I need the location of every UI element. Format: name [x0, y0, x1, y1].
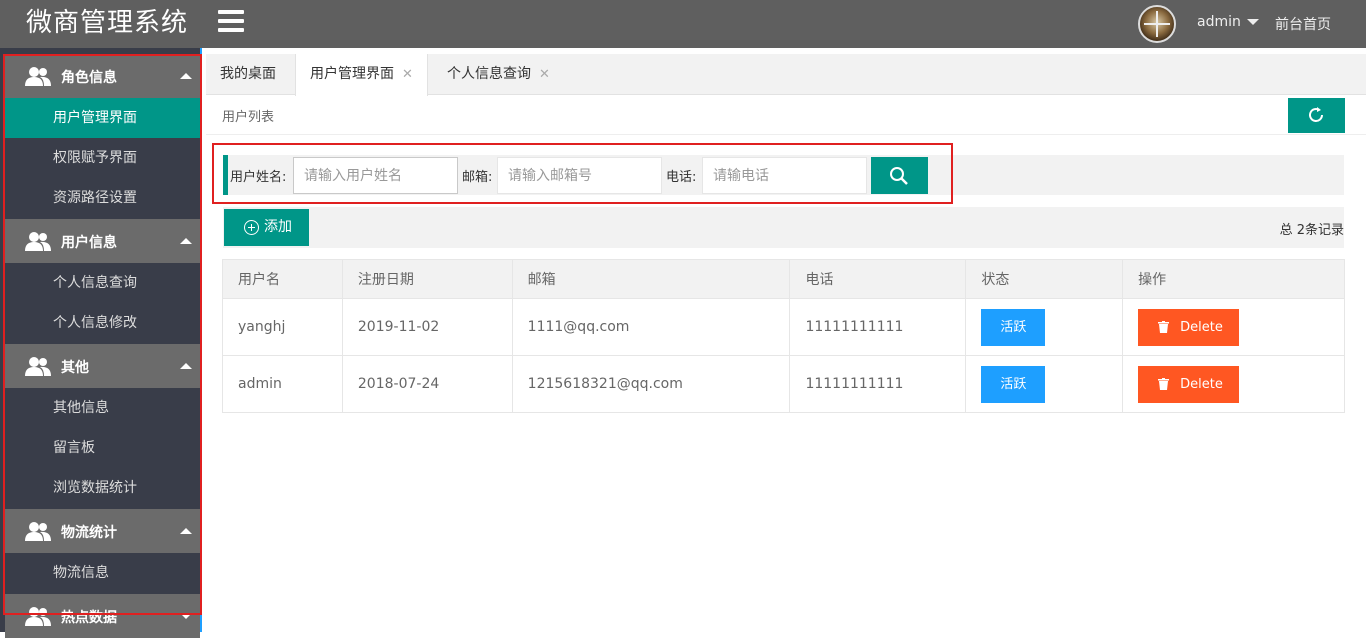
sidebar-item-resource-path[interactable]: 资源路径设置 [5, 178, 200, 218]
sidebar-group-hot-data[interactable]: 热点数据 [5, 594, 200, 638]
sidebar-edge [200, 48, 202, 632]
cell-status: 活跃 [965, 298, 1124, 356]
sidebar-group-roles[interactable]: 角色信息 [5, 54, 200, 98]
username-input[interactable] [293, 157, 458, 194]
record-count: 总 2条记录 [1279, 223, 1344, 238]
menu-toggle-icon[interactable] [218, 10, 244, 32]
user-menu[interactable]: admin [1197, 14, 1259, 30]
table-row: yanghj 2019-11-02 1111@qq.com 1111111111… [222, 298, 1345, 356]
status-button[interactable]: 活跃 [981, 365, 1046, 403]
table-row: admin 2018-07-24 1215618321@qq.com 11111… [222, 355, 1345, 413]
phone-input[interactable] [702, 157, 867, 194]
sidebar-group-label: 角色信息 [61, 70, 117, 86]
cell-username: yanghj [222, 298, 343, 356]
sidebar-item-user-management[interactable]: 用户管理界面 [5, 98, 200, 138]
tab-desktop[interactable]: 我的桌面 [206, 54, 290, 95]
tab-profile-query[interactable]: 个人信息查询 ✕ [433, 54, 564, 95]
sidebar-group-label: 用户信息 [61, 235, 117, 251]
action-bar: 添加 总 2条记录 [223, 207, 1344, 248]
column-header-status: 状态 [965, 259, 1124, 299]
cell-actions: Delete [1122, 355, 1345, 413]
sidebar-item-message-board[interactable]: 留言板 [5, 428, 200, 468]
avatar[interactable] [1138, 5, 1176, 43]
phone-label: 电话: [666, 170, 697, 185]
users-icon [25, 522, 51, 541]
column-header-email: 邮箱 [511, 259, 791, 299]
delete-button[interactable]: Delete [1138, 308, 1240, 346]
caret-up-icon [180, 528, 192, 534]
trash-icon [1158, 377, 1170, 390]
refresh-icon [1309, 107, 1323, 122]
cell-date: 2019-11-02 [341, 298, 513, 356]
sidebar-item-profile-edit[interactable]: 个人信息修改 [5, 303, 200, 343]
front-page-link[interactable]: 前台首页 [1275, 14, 1331, 34]
email-input[interactable] [497, 157, 662, 194]
cell-phone: 11111111111 [789, 355, 967, 413]
caret-up-icon [180, 238, 192, 244]
users-icon [25, 232, 51, 251]
breadcrumb: 用户列表 [222, 110, 275, 125]
cell-date: 2018-07-24 [341, 355, 513, 413]
search-button[interactable] [871, 157, 928, 194]
sidebar-item-browse-stats[interactable]: 浏览数据统计 [5, 468, 200, 508]
caret-down-icon [180, 613, 192, 619]
table-header-row: 用户名 注册日期 邮箱 电话 状态 操作 [222, 259, 1345, 299]
search-form: 用户姓名: 邮箱: 电话: [223, 155, 1344, 195]
caret-up-icon [180, 363, 192, 369]
sidebar-item-permission[interactable]: 权限赋予界面 [5, 138, 200, 178]
users-icon [25, 357, 51, 376]
sidebar-item-other-info[interactable]: 其他信息 [5, 388, 200, 428]
search-icon [890, 167, 908, 185]
add-circle-icon [244, 220, 259, 235]
user-table: 用户名 注册日期 邮箱 电话 状态 操作 yanghj 2019-11-02 1… [222, 259, 1345, 413]
tab-user-management[interactable]: 用户管理界面 ✕ [295, 54, 428, 96]
close-icon[interactable]: ✕ [402, 67, 413, 82]
status-button[interactable]: 活跃 [981, 308, 1046, 346]
cell-phone: 11111111111 [789, 298, 967, 356]
sidebar-group-label: 其他 [61, 360, 89, 376]
app-title: 微商管理系统 [26, 8, 189, 38]
tab-bar: 我的桌面 用户管理界面 ✕ 个人信息查询 ✕ [206, 54, 1366, 96]
chevron-down-icon [1246, 19, 1259, 25]
column-header-username: 用户名 [222, 259, 343, 299]
sidebar-group-logistics[interactable]: 物流统计 [5, 509, 200, 553]
user-name: admin [1197, 14, 1241, 30]
cell-username: admin [222, 355, 343, 413]
sidebar-group-label: 热点数据 [61, 610, 117, 626]
email-label: 邮箱: [462, 170, 493, 185]
close-icon[interactable]: ✕ [539, 67, 550, 82]
delete-button[interactable]: Delete [1138, 365, 1240, 403]
add-button[interactable]: 添加 [224, 209, 309, 246]
sidebar-group-user-info[interactable]: 用户信息 [5, 219, 200, 263]
cell-email: 1111@qq.com [511, 298, 791, 356]
cell-email: 1215618321@qq.com [511, 355, 791, 413]
trash-icon [1158, 320, 1170, 333]
sidebar-item-profile-query[interactable]: 个人信息查询 [5, 263, 200, 303]
cell-actions: Delete [1122, 298, 1345, 356]
column-header-date: 注册日期 [341, 259, 513, 299]
users-icon [25, 67, 51, 86]
refresh-button[interactable] [1288, 98, 1345, 133]
top-bar: 微商管理系统 admin 前台首页 [0, 0, 1366, 48]
sidebar-group-other[interactable]: 其他 [5, 344, 200, 388]
caret-up-icon [180, 73, 192, 79]
column-header-phone: 电话 [789, 259, 967, 299]
username-label: 用户姓名: [230, 170, 287, 185]
sidebar-group-label: 物流统计 [61, 525, 117, 541]
cell-status: 活跃 [965, 355, 1124, 413]
breadcrumb-bar: 用户列表 [206, 95, 1366, 135]
sidebar-item-logistics-info[interactable]: 物流信息 [5, 553, 200, 593]
column-header-actions: 操作 [1122, 259, 1345, 299]
users-icon [25, 607, 51, 626]
